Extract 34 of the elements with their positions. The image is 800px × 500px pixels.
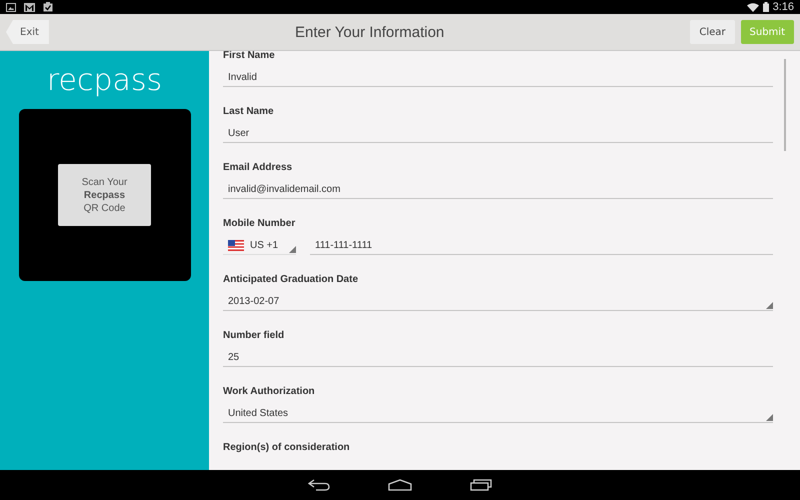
field-label: First Name (223, 51, 276, 63)
battery-icon (762, 2, 769, 12)
clock-time: 3:16 (772, 1, 794, 13)
text-field[interactable]: invalid@invalidemail.com (223, 180, 773, 199)
dropdown-field[interactable]: 2013-02-07 (223, 292, 773, 311)
field-label: Work Authorization (223, 385, 316, 399)
dropdown-triangle-icon (766, 302, 773, 309)
text-field[interactable]: User (223, 124, 773, 143)
field-label: Region(s) of consideration (223, 441, 351, 455)
field-label: Last Name (223, 105, 275, 119)
dropdown-triangle-icon (766, 414, 773, 421)
dropdown-triangle-icon (289, 246, 296, 253)
text-field[interactable]: Invalid (223, 68, 773, 87)
country-code-dropdown[interactable]: US +1 (223, 236, 296, 255)
recent-apps-icon[interactable] (470, 479, 492, 491)
scan-qr-button[interactable]: Scan Your Recpass QR Code (58, 164, 151, 226)
scrollbar[interactable] (784, 59, 786, 151)
wifi-icon (746, 2, 759, 12)
back-icon[interactable] (308, 479, 330, 491)
flag-icon (228, 240, 244, 250)
phone-field[interactable]: 111-111-1111 (310, 236, 773, 255)
mail-icon (24, 2, 35, 12)
exit-button[interactable]: Exit (6, 20, 49, 44)
field-label: Mobile Number (223, 217, 296, 231)
field-label: Anticipated Graduation Date (223, 273, 360, 287)
field-label: Number field (223, 329, 286, 343)
home-icon[interactable] (388, 479, 412, 491)
field-label: Email Address (223, 161, 294, 175)
dropdown-field[interactable]: United States (223, 404, 773, 423)
clear-button[interactable]: Clear (690, 20, 735, 44)
page-title: Enter Your Information (294, 24, 446, 40)
picture-notification-icon (6, 2, 16, 12)
logo: recpass (46, 63, 162, 99)
text-field[interactable]: 25 (223, 348, 773, 367)
